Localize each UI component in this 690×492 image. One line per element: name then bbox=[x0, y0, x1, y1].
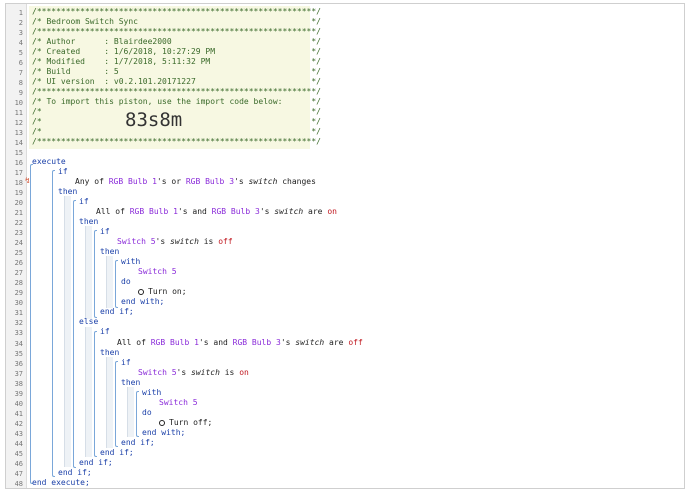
power-icon bbox=[138, 289, 144, 295]
turn-on-command[interactable]: Turn on; bbox=[138, 287, 187, 297]
then-keyword[interactable]: then bbox=[121, 378, 140, 388]
comment-line: /* */ bbox=[32, 117, 321, 126]
end-if-keyword[interactable]: end if; bbox=[100, 307, 134, 317]
end-if-keyword[interactable]: end if; bbox=[79, 458, 113, 468]
end-if-keyword[interactable]: end if; bbox=[58, 468, 92, 478]
if-keyword[interactable]: if bbox=[100, 227, 110, 237]
comment-line: /* Created : 1/6/2018, 10:27:29 PM */ bbox=[32, 47, 321, 56]
comment-line: /***************************************… bbox=[32, 137, 321, 146]
then-keyword[interactable]: then bbox=[100, 348, 119, 358]
if-keyword[interactable]: if bbox=[79, 197, 89, 207]
end-execute-keyword[interactable]: end execute; bbox=[32, 478, 90, 488]
piston-code-viewer: 1 2 3 4 5 6 7 8 9 10 11 12 13 14 15 16 17 18 19 20 21 22 23 24 2… bbox=[5, 3, 685, 489]
with-keyword[interactable]: with bbox=[142, 388, 161, 398]
with-device[interactable]: Switch 5 bbox=[138, 267, 177, 277]
if-keyword[interactable]: if bbox=[100, 327, 110, 337]
condition-switch-off[interactable]: Switch 5's switch is off bbox=[117, 237, 233, 247]
if-keyword[interactable]: if bbox=[121, 358, 131, 368]
do-keyword[interactable]: do bbox=[142, 408, 152, 418]
end-if-keyword[interactable]: end if; bbox=[100, 448, 134, 458]
code-area: /***************************************… bbox=[6, 4, 684, 488]
comment-line: /* To import this piston, use the import… bbox=[32, 97, 321, 106]
comment-line: /* UI version : v0.2.101.20171227 */ bbox=[32, 77, 321, 86]
comment-line: /* */ bbox=[32, 127, 321, 136]
condition-switch-on[interactable]: Switch 5's switch is on bbox=[138, 368, 249, 378]
if-keyword[interactable]: if bbox=[58, 167, 68, 177]
with-keyword[interactable]: with bbox=[121, 257, 140, 267]
end-with-keyword[interactable]: end with; bbox=[142, 428, 185, 438]
comment-line: /***************************************… bbox=[32, 87, 321, 96]
do-keyword[interactable]: do bbox=[121, 277, 131, 287]
with-device[interactable]: Switch 5 bbox=[159, 398, 198, 408]
execute-keyword[interactable]: execute bbox=[32, 157, 66, 167]
then-keyword[interactable]: then bbox=[79, 217, 98, 227]
then-keyword[interactable]: then bbox=[100, 247, 119, 257]
power-icon bbox=[159, 420, 165, 426]
comment-line: /* Modified : 1/7/2018, 5:11:32 PM */ bbox=[32, 57, 321, 66]
else-keyword[interactable]: else bbox=[79, 317, 98, 327]
comment-line: /***************************************… bbox=[32, 27, 321, 36]
comment-line: /* */ bbox=[32, 107, 321, 116]
comment-line: /* Author : Blairdee2000 */ bbox=[32, 37, 321, 46]
turn-off-command[interactable]: Turn off; bbox=[159, 418, 212, 428]
trigger-condition[interactable]: Any of RGB Bulb 1's or RGB Bulb 3's swit… bbox=[75, 177, 316, 187]
end-with-keyword[interactable]: end with; bbox=[121, 297, 164, 307]
then-keyword[interactable]: then bbox=[58, 187, 77, 197]
comment-line: /* Bedroom Switch Sync */ bbox=[32, 17, 321, 26]
comment-line: /***************************************… bbox=[32, 7, 321, 16]
condition-all-on[interactable]: All of RGB Bulb 1's and RGB Bulb 3's swi… bbox=[96, 207, 337, 217]
end-if-keyword[interactable]: end if; bbox=[121, 438, 155, 448]
condition-all-off[interactable]: All of RGB Bulb 1's and RGB Bulb 3's swi… bbox=[117, 338, 363, 348]
comment-line: /* Build : 5 */ bbox=[32, 67, 321, 76]
